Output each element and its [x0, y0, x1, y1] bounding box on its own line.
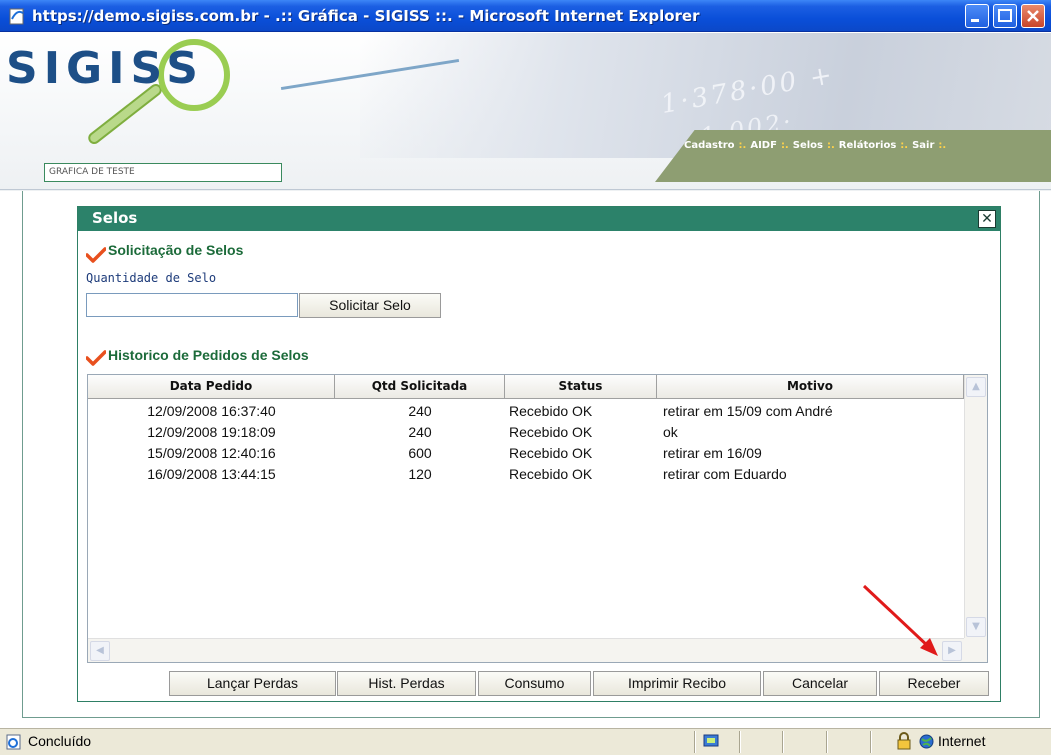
status-separator: [694, 731, 696, 753]
horizontal-scrollbar[interactable]: ◀ ▶: [88, 638, 964, 662]
menu-relatorios[interactable]: Relátorios: [839, 140, 897, 151]
column-header-motivo[interactable]: Motivo: [657, 375, 964, 399]
table-row[interactable]: 15/09/2008 12:40:16 600 Recebido OK reti…: [88, 443, 964, 464]
maximize-button[interactable]: [993, 4, 1017, 28]
cell-qty: 120: [408, 466, 432, 482]
cell-qty: 240: [408, 424, 432, 440]
column-header-date[interactable]: Data Pedido: [88, 375, 335, 399]
cell-motivo: retirar em 15/09 com André: [663, 403, 833, 419]
window-title: https://demo.sigiss.com.br - .:: Gráfica…: [32, 7, 700, 25]
close-icon: ✕: [981, 211, 993, 227]
scroll-up-arrow-icon[interactable]: ▲: [966, 377, 986, 397]
table-row[interactable]: 16/09/2008 13:44:15 120 Recebido OK reti…: [88, 464, 964, 485]
consumption-button[interactable]: Consumo: [478, 671, 591, 696]
vertical-scrollbar[interactable]: ▲ ▼: [964, 375, 987, 639]
launch-losses-button[interactable]: Lançar Perdas: [169, 671, 336, 696]
column-header-qty[interactable]: Qtd Solicitada: [335, 375, 505, 399]
scroll-corner: [964, 638, 987, 662]
cell-motivo: retirar com Eduardo: [663, 466, 787, 482]
request-seal-button[interactable]: Solicitar Selo: [299, 293, 441, 318]
menu-separator: :.: [780, 140, 789, 151]
browser-status-bar: Concluído Internet: [0, 728, 1051, 755]
cell-status: Recebido OK: [509, 424, 593, 440]
status-separator: [826, 731, 828, 753]
header-divider: [0, 189, 1051, 190]
maximize-icon: [998, 9, 1012, 22]
quantity-label: Quantidade de Selo: [86, 271, 217, 285]
menu-aidf[interactable]: AIDF: [750, 140, 777, 151]
window-titlebar[interactable]: https://demo.sigiss.com.br - .:: Gráfica…: [0, 0, 1051, 32]
menu-separator: :.: [826, 140, 835, 151]
print-receipt-button[interactable]: Imprimir Recibo: [593, 671, 761, 696]
main-menu-bar: [655, 130, 1051, 182]
grid-header: Data Pedido Qtd Solicitada Status Motivo: [88, 375, 964, 399]
cell-status: Recebido OK: [509, 445, 593, 461]
status-separator: [739, 731, 741, 753]
close-icon: [1027, 10, 1039, 22]
cell-qty: 600: [408, 445, 432, 461]
cell-motivo: ok: [663, 424, 678, 440]
minimize-button[interactable]: [965, 4, 989, 28]
cell-date: 15/09/2008 12:40:16: [147, 445, 276, 461]
status-separator: [870, 731, 872, 753]
site-header: 1·378·00 + 1·002· SIGISS Cadastro:. AIDF:…: [0, 33, 1051, 191]
cancel-button[interactable]: Cancelar: [763, 671, 877, 696]
company-name-box: GRAFICA DE TESTE: [44, 163, 282, 182]
orders-history-grid: Data Pedido Qtd Solicitada Status Motivo…: [87, 374, 988, 663]
cell-status: Recebido OK: [509, 403, 593, 419]
menu-sair[interactable]: Sair: [912, 140, 934, 151]
menu-separator: :.: [938, 140, 947, 151]
status-separator: [782, 731, 784, 753]
request-section-title: Solicitação de Selos: [108, 242, 244, 258]
annotation-arrow-icon: [862, 584, 938, 656]
cell-status: Recebido OK: [509, 466, 593, 482]
scroll-left-arrow-icon[interactable]: ◀: [90, 641, 110, 661]
table-row[interactable]: 12/09/2008 16:37:40 240 Recebido OK reti…: [88, 401, 964, 422]
network-icon: [703, 734, 719, 747]
close-window-button[interactable]: [1021, 4, 1045, 28]
checkmark-icon: [86, 247, 106, 263]
cell-date: 12/09/2008 19:18:09: [147, 424, 276, 440]
checkmark-icon: [86, 350, 106, 366]
ie-page-icon: [6, 734, 21, 750]
ie-page-icon: [9, 8, 24, 25]
receive-button[interactable]: Receber: [879, 671, 989, 696]
quantity-input[interactable]: [86, 293, 298, 317]
sigiss-logo: SIGISS: [6, 43, 204, 94]
table-row[interactable]: 12/09/2008 19:18:09 240 Recebido OK ok: [88, 422, 964, 443]
main-menu: Cadastro:. AIDF:. Selos:. Relátorios:. Sair:…: [684, 140, 950, 151]
menu-cadastro[interactable]: Cadastro: [684, 140, 735, 151]
dialog-header[interactable]: Selos ✕: [78, 207, 1000, 231]
menu-separator: :.: [738, 140, 747, 151]
menu-selos[interactable]: Selos: [793, 140, 823, 151]
column-header-status[interactable]: Status: [505, 375, 657, 399]
security-zone-text: Internet: [938, 733, 986, 749]
minimize-icon: [971, 19, 979, 22]
history-section-title: Historico de Pedidos de Selos: [108, 347, 309, 363]
globe-icon: [919, 734, 934, 749]
cell-date: 12/09/2008 16:37:40: [147, 403, 276, 419]
dialog-close-button[interactable]: ✕: [978, 210, 996, 228]
lock-icon: [897, 732, 911, 750]
menu-separator: :.: [900, 140, 909, 151]
scroll-down-arrow-icon[interactable]: ▼: [966, 617, 986, 637]
status-text: Concluído: [28, 733, 92, 749]
dialog-title: Selos: [92, 209, 138, 227]
cell-motivo: retirar em 16/09: [663, 445, 762, 461]
cell-date: 16/09/2008 13:44:15: [147, 466, 276, 482]
cell-qty: 240: [408, 403, 432, 419]
scroll-right-arrow-icon[interactable]: ▶: [942, 641, 962, 661]
losses-history-button[interactable]: Hist. Perdas: [337, 671, 476, 696]
